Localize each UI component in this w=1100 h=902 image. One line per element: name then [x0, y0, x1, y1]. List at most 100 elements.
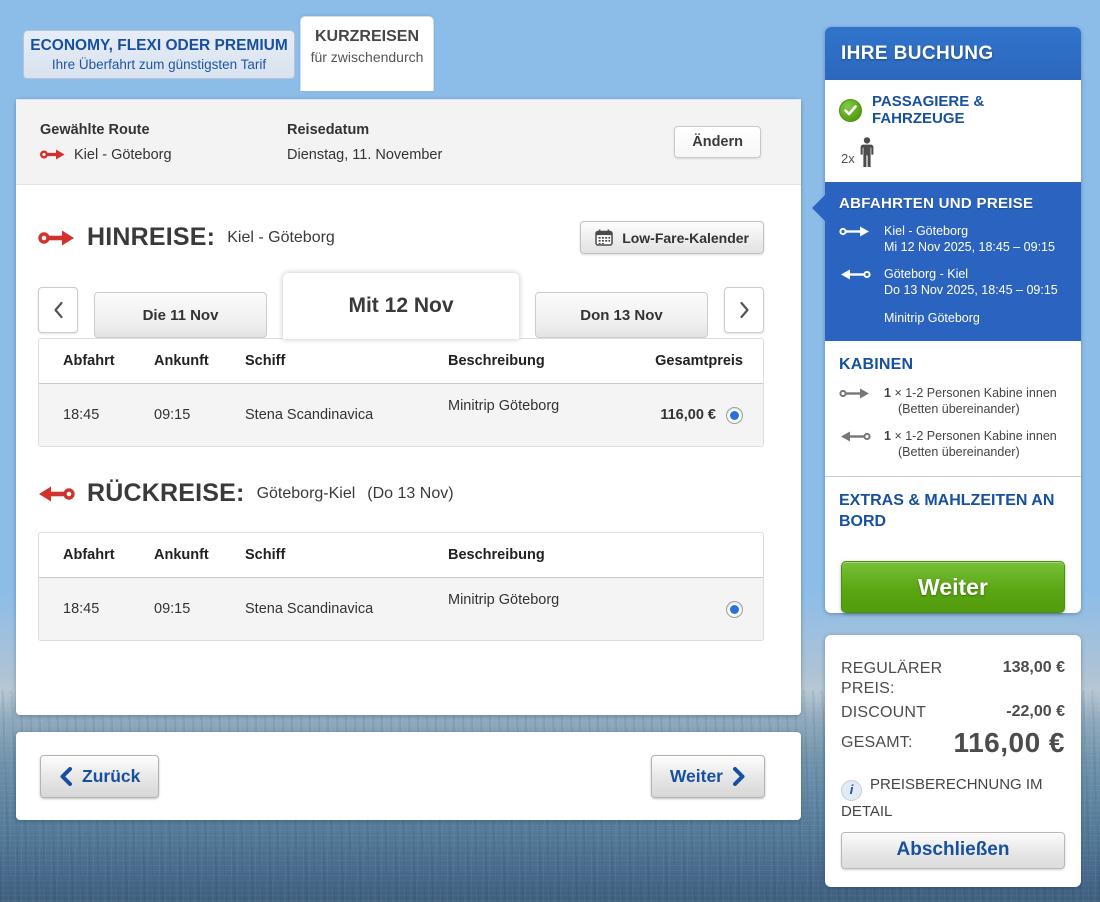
- passengers-section[interactable]: PASSAGIERE & FAHRZEUGE 2x: [825, 80, 1081, 182]
- price-detail-link[interactable]: i PREISBERECHNUNG IM DETAIL: [841, 774, 1065, 823]
- outbound-route: Kiel - Göteborg: [227, 228, 335, 246]
- tab-economy-title: ECONOMY, FLEXI ODER PREMIUM: [30, 37, 288, 54]
- back-button-label: Zurück: [82, 765, 141, 786]
- tab-economy-subtitle: Ihre Überfahrt zum günstigsten Tarif: [51, 57, 267, 72]
- column-gesamtpreis: Gesamtpreis: [655, 353, 743, 369]
- return-arrow-icon: [841, 431, 871, 442]
- outbound-arrow-icon: [839, 388, 869, 399]
- return-departures-table: Abfahrt Ankunft Schiff Beschreibung 18:4…: [38, 532, 764, 641]
- outbound-table-header: Abfahrt Ankunft Schiff Beschreibung Gesa…: [39, 339, 763, 384]
- cabin-quantity: 1: [884, 429, 891, 443]
- outbound-sailing-radio-selected[interactable]: [726, 406, 743, 424]
- return-table-header: Abfahrt Ankunft Schiff Beschreibung: [39, 533, 763, 578]
- summary-outbound-route: Kiel - Göteborg: [884, 224, 969, 238]
- return-route: Göteborg-Kiel: [256, 484, 356, 502]
- day-tab-don-13-nov[interactable]: Don 13 Nov: [535, 292, 708, 338]
- booking-summary-title: IHRE BUCHUNG: [841, 42, 994, 64]
- cabin-return-item: 1 × 1-2 Personen Kabine innen (Betten üb…: [839, 428, 1067, 460]
- journey-selection-card: Gewählte Route Kiel - Göteborg Reisedatu…: [16, 99, 801, 715]
- cabin-quantity: 1: [884, 386, 891, 400]
- summary-return-item: Göteborg - Kiel Do 13 Nov 2025, 18:45 – …: [839, 266, 1067, 298]
- cabin-detail: (Betten übereinander): [898, 402, 1020, 416]
- day-tab-die-11-nov[interactable]: Die 11 Nov: [94, 292, 267, 338]
- cabin-outbound-item: 1 × 1-2 Personen Kabine innen (Betten üb…: [839, 385, 1067, 417]
- booking-main-column: ECONOMY, FLEXI ODER PREMIUM Ihre Überfah…: [16, 16, 801, 820]
- column-ankunft: Ankunft: [154, 353, 209, 369]
- chevron-right-icon: [739, 301, 749, 319]
- selected-route-block: Gewählte Route Kiel - Göteborg: [40, 122, 287, 163]
- calendar-icon: [595, 229, 613, 246]
- back-button[interactable]: Zurück: [40, 754, 160, 798]
- discount-label: DISCOUNT: [841, 704, 927, 721]
- outbound-arrow-icon: [839, 226, 869, 237]
- outbound-total-price: 116,00 €: [660, 407, 716, 423]
- travel-date-block: Reisedatum Dienstag, 11. November: [287, 122, 674, 163]
- total-price-row: GESAMT: 116,00 €: [841, 727, 1065, 759]
- outbound-sailing-row[interactable]: 18:45 09:15 Stena Scandinavica Minitrip …: [39, 384, 763, 446]
- travel-date-value: Dienstag, 11. November: [287, 146, 443, 163]
- step-complete-check-icon: [839, 98, 862, 122]
- booking-summary-card: IHRE BUCHUNG PASSAGIERE & FAHRZEUGE 2x A…: [812, 27, 1081, 613]
- return-arrow-icon: [841, 269, 871, 280]
- route-value: Kiel - Göteborg: [74, 146, 172, 163]
- column-beschreibung: Beschreibung: [448, 547, 545, 563]
- day-tabs-next-button[interactable]: [724, 287, 764, 333]
- route-outbound-icon: [40, 149, 65, 160]
- cabins-section-title: KABINEN: [839, 356, 914, 373]
- outbound-departure-time: 18:45: [63, 407, 100, 423]
- change-route-button[interactable]: Ändern: [674, 126, 761, 158]
- tab-economy-flexi-premium[interactable]: ECONOMY, FLEXI ODER PREMIUM Ihre Überfah…: [23, 30, 295, 79]
- outbound-title: HINREISE:: [87, 223, 216, 251]
- passenger-person-icon: [860, 137, 874, 167]
- passengers-section-title: PASSAGIERE & FAHRZEUGE: [872, 93, 985, 127]
- travel-date-label: Reisedatum: [287, 121, 370, 138]
- cabin-name: 1-2 Personen Kabine innen: [905, 386, 1057, 400]
- return-ship-name: Stena Scandinavica: [245, 601, 374, 617]
- return-sailing-row[interactable]: 18:45 09:15 Stena Scandinavica Minitrip …: [39, 578, 763, 640]
- outbound-arrival-time: 09:15: [154, 407, 191, 423]
- outbound-description: Minitrip Göteborg: [448, 398, 560, 414]
- low-fare-calendar-button[interactable]: Low-Fare-Kalender: [580, 221, 764, 254]
- return-arrival-time: 09:15: [154, 601, 191, 617]
- discount-value: -22,00 €: [1006, 703, 1065, 720]
- return-date-note: (Do 13 Nov): [367, 484, 454, 502]
- departures-and-prices-section[interactable]: ABFAHRTEN UND PREISE Kiel - Göteborg Mi …: [812, 182, 1081, 341]
- next-button[interactable]: Weiter: [650, 754, 765, 798]
- chevron-right-icon: [733, 766, 745, 786]
- summary-return-datetime: Do 13 Nov 2025, 18:45 – 09:15: [884, 283, 1058, 297]
- column-schiff: Schiff: [245, 547, 286, 563]
- return-arrow-icon: [39, 486, 75, 501]
- column-ankunft: Ankunft: [154, 547, 209, 563]
- total-label: GESAMT:: [841, 734, 913, 751]
- cabins-section[interactable]: KABINEN 1 × 1-2 Personen Kabine innen (B…: [825, 341, 1081, 476]
- price-detail-link-label: PREISBERECHNUNG IM DETAIL: [841, 776, 1043, 820]
- booking-summary-sidebar: IHRE BUCHUNG PASSAGIERE & FAHRZEUGE 2x A…: [812, 27, 1081, 887]
- outbound-departures-table: Abfahrt Ankunft Schiff Beschreibung Gesa…: [38, 338, 764, 447]
- booking-summary-header: IHRE BUCHUNG: [825, 27, 1081, 80]
- departure-day-tabs: Die 11 Nov Mit 12 Nov Don 13 Nov: [38, 272, 764, 339]
- sidebar-continue-button[interactable]: Weiter: [841, 561, 1065, 613]
- low-fare-calendar-label: Low-Fare-Kalender: [622, 229, 749, 246]
- column-abfahrt: Abfahrt: [63, 353, 115, 369]
- passenger-count: 2x: [841, 151, 855, 166]
- outbound-arrow-icon: [38, 230, 74, 245]
- return-sailing-radio-selected[interactable]: [726, 600, 743, 618]
- summary-fare-note: Minitrip Göteborg: [884, 311, 980, 325]
- regular-price-label: REGULÄRER PREIS:: [841, 660, 943, 697]
- day-tabs-prev-button[interactable]: [38, 287, 78, 333]
- return-description: Minitrip Göteborg: [448, 592, 560, 608]
- cabin-name: 1-2 Personen Kabine innen: [905, 429, 1057, 443]
- route-label: Gewählte Route: [40, 121, 150, 138]
- day-tab-mit-12-nov-selected[interactable]: Mit 12 Nov: [283, 273, 519, 339]
- tab-kurzreisen-title: KURZREISEN: [314, 28, 419, 45]
- price-summary-card: REGULÄRER PREIS: 138,00 € DISCOUNT -22,0…: [825, 635, 1081, 887]
- extras-section[interactable]: EXTRAS & MAHLZEITEN AN BORD: [825, 477, 1081, 544]
- discount-row: DISCOUNT -22,00 €: [841, 703, 1065, 723]
- regular-price-value: 138,00 €: [1002, 659, 1065, 676]
- finish-button[interactable]: Abschließen: [841, 831, 1065, 869]
- wizard-navigation-card: Zurück Weiter: [16, 732, 801, 820]
- tab-kurzreisen-active[interactable]: KURZREISEN für zwischendurch: [300, 16, 434, 91]
- column-abfahrt: Abfahrt: [63, 547, 115, 563]
- total-value: 116,00 €: [953, 727, 1065, 758]
- summary-outbound-item: Kiel - Göteborg Mi 12 Nov 2025, 18:45 – …: [839, 223, 1067, 255]
